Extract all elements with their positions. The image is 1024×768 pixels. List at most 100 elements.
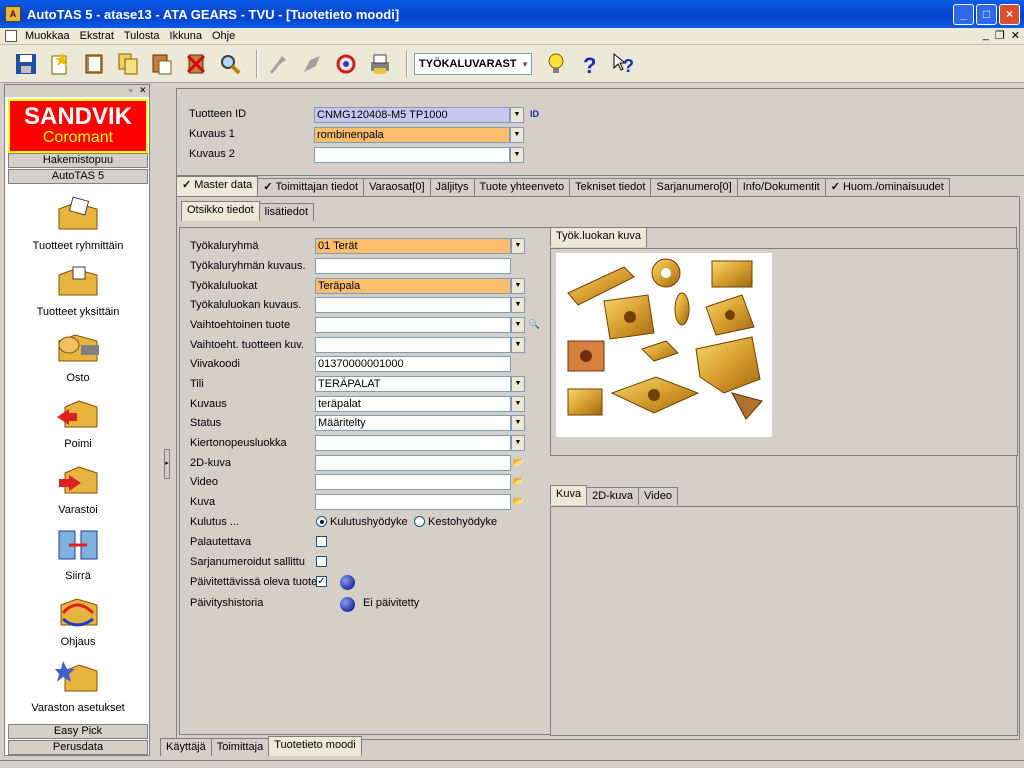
tab-2d-kuva[interactable]: 2D-kuva <box>586 487 640 505</box>
tab-jaljitys[interactable]: Jäljitys <box>429 178 475 196</box>
sidebar-item-varastoi[interactable]: Varastoi <box>8 459 148 523</box>
sidebar-item-tuotteet-yksittain[interactable]: Tuotteet yksittäin <box>8 261 148 325</box>
tab-varaosat[interactable]: Varaosat[0] <box>363 178 431 196</box>
updatable-checkbox[interactable]: ✓ <box>316 576 327 587</box>
desc1-field[interactable]: rombinenpala <box>314 127 510 143</box>
tab-kuva[interactable]: Kuva <box>550 485 588 505</box>
document-icon[interactable] <box>5 30 17 42</box>
refresh-icon[interactable] <box>332 50 360 78</box>
maximize-button[interactable]: □ <box>976 4 997 25</box>
sidebar-section-easy-pick[interactable]: Easy Pick <box>8 724 148 739</box>
chevron-down-icon[interactable]: ▼ <box>511 238 525 254</box>
chevron-down-icon[interactable]: ▼ <box>511 415 525 431</box>
tab-huom-ominaisuudet[interactable]: ✓ Huom./ominaisuudet <box>824 178 950 196</box>
tab-kayttaja[interactable]: Käyttäjä <box>160 738 212 756</box>
search-icon[interactable]: 🔍 <box>527 317 542 333</box>
tab-sarjanumero[interactable]: Sarjanumero[0] <box>650 178 738 196</box>
minimize-button[interactable]: _ <box>953 4 974 25</box>
desc2-field[interactable] <box>314 147 510 163</box>
sidebar-item-osto[interactable]: Osto <box>8 327 148 391</box>
menu-muokkaa[interactable]: Muokkaa <box>25 30 70 42</box>
tool-group-field[interactable]: 01 Terät <box>315 238 511 254</box>
warehouse-select[interactable]: TYÖKALUVARAST ▼ <box>414 52 532 75</box>
status-field[interactable]: Määritelty <box>315 415 511 431</box>
video-field[interactable] <box>315 474 511 490</box>
chevron-down-icon[interactable]: ▼ <box>510 147 524 163</box>
chevron-down-icon[interactable]: ▼ <box>511 317 525 333</box>
sidebar-pin-icon[interactable]: ▫ <box>129 85 132 95</box>
barcode-field[interactable]: 01370000001000 <box>315 356 511 372</box>
tab-tuote-yhteenveto[interactable]: Tuote yhteenveto <box>473 178 571 196</box>
tab-tuotetieto-moodi[interactable]: Tuotetieto moodi <box>268 736 362 756</box>
mdi-close-icon[interactable]: ✕ <box>1011 29 1020 42</box>
radio-kestohyodyke[interactable] <box>414 516 425 527</box>
image-field[interactable] <box>315 494 511 510</box>
sidebar-item-varaston-asetukset[interactable]: Varaston asetukset <box>8 657 148 721</box>
sidebar-item-ohjaus[interactable]: Ohjaus <box>8 591 148 655</box>
menu-tulosta[interactable]: Tulosta <box>124 30 160 42</box>
tool-class-field[interactable]: Teräpala <box>315 278 511 294</box>
tab-tool-class-image[interactable]: Työk.luokan kuva <box>550 227 647 247</box>
autotas-icon[interactable]: A <box>5 6 21 22</box>
delete-icon[interactable] <box>182 50 210 78</box>
turnover-field[interactable] <box>315 435 511 451</box>
sidebar-item-poimi[interactable]: Poimi <box>8 393 148 457</box>
chevron-down-icon[interactable]: ▼ <box>511 297 525 313</box>
folder-open-icon[interactable]: 📂 <box>511 494 526 510</box>
serial-allowed-checkbox[interactable] <box>316 556 327 567</box>
tab-master-data[interactable]: ✓ Master data <box>176 176 259 196</box>
subtab-lisatiedot[interactable]: lisätiedot <box>258 203 315 221</box>
tab-video[interactable]: Video <box>638 487 678 505</box>
chevron-down-icon[interactable]: ▼ <box>510 107 524 123</box>
splitter-handle[interactable]: ▸ <box>164 449 170 479</box>
alt-product-field[interactable] <box>315 317 511 333</box>
sidebar-item-tuotteet-ryhmittain[interactable]: Tuotteet ryhmittäin <box>8 195 148 259</box>
id-lookup-button[interactable]: ID <box>527 107 542 123</box>
sidebar-close-icon[interactable]: ✕ <box>139 85 147 96</box>
context-help-icon[interactable]: ? <box>610 50 638 78</box>
chevron-down-icon[interactable]: ▼ <box>511 278 525 294</box>
tab-tekniset-tiedot[interactable]: Tekniset tiedot <box>569 178 652 196</box>
chevron-down-icon[interactable]: ▼ <box>511 396 525 412</box>
tool-group-desc-field[interactable] <box>315 258 511 274</box>
chevron-down-icon[interactable]: ▼ <box>511 435 525 451</box>
account-field[interactable]: TERÄPALAT <box>315 376 511 392</box>
product-id-field[interactable]: CNMG120408-M5 TP1000 <box>314 107 510 123</box>
lightbulb-icon[interactable] <box>542 50 570 78</box>
chevron-down-icon[interactable]: ▼ <box>511 376 525 392</box>
returnable-checkbox[interactable] <box>316 536 327 547</box>
menu-ekstrat[interactable]: Ekstrat <box>80 30 114 42</box>
tab-toimittajan-tiedot[interactable]: ✓ Toimittajan tiedot <box>257 178 365 196</box>
mdi-minimize-icon[interactable]: _ <box>983 29 989 42</box>
save-icon[interactable] <box>12 50 40 78</box>
mdi-restore-icon[interactable]: ❐ <box>995 29 1005 42</box>
help-icon[interactable]: ? <box>576 50 604 78</box>
menu-ikkuna[interactable]: Ikkuna <box>170 30 202 42</box>
tools-alt-icon[interactable] <box>298 50 326 78</box>
sidebar-section-hakemistopuu[interactable]: Hakemistopuu <box>8 153 148 168</box>
chevron-down-icon[interactable]: ▼ <box>511 337 525 353</box>
desc-field[interactable]: teräpalat <box>315 396 511 412</box>
tab-info-dokumentit[interactable]: Info/Dokumentit <box>736 178 826 196</box>
radio-kulutushyodyke[interactable] <box>316 516 327 527</box>
folder-open-icon[interactable]: 📂 <box>511 455 526 471</box>
image2d-field[interactable] <box>315 455 511 471</box>
paste-icon[interactable] <box>148 50 176 78</box>
subtab-otsikko-tiedot[interactable]: Otsikko tiedot <box>181 201 260 221</box>
menu-ohje[interactable]: Ohje <box>212 30 235 42</box>
search-icon[interactable] <box>216 50 244 78</box>
book-icon[interactable] <box>80 50 108 78</box>
alt-product-desc-field[interactable] <box>315 337 511 353</box>
new-document-icon[interactable] <box>46 50 74 78</box>
print-icon[interactable] <box>366 50 394 78</box>
chevron-down-icon[interactable]: ▼ <box>510 127 524 143</box>
sidebar-item-siirra[interactable]: Siirrä <box>8 525 148 589</box>
folder-open-icon[interactable]: 📂 <box>511 474 526 490</box>
sidebar-section-autotas[interactable]: AutoTAS 5 <box>8 169 148 184</box>
tab-toimittaja[interactable]: Toimittaja <box>210 738 270 756</box>
sidebar-section-perusdata[interactable]: Perusdata <box>8 740 148 755</box>
splitter[interactable]: ▸ <box>160 84 172 740</box>
tool-class-desc-field[interactable] <box>315 297 511 313</box>
tools-icon[interactable] <box>264 50 292 78</box>
close-button[interactable]: × <box>999 4 1020 25</box>
